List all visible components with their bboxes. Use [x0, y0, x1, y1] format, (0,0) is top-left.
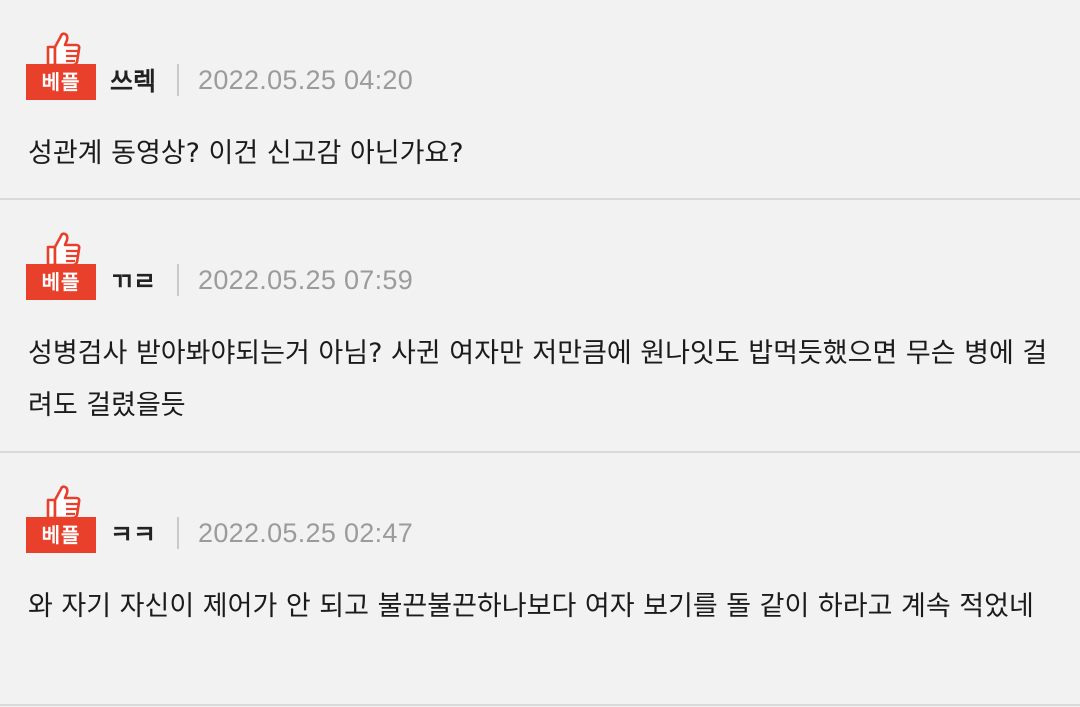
comment-meta: ㄲㄹ 2022.05.25 07:59	[110, 258, 413, 302]
comment-text: 성관계 동영상? 이건 신고감 아닌가요?	[28, 138, 464, 169]
comment-text: 성병검사 받아봐야되는거 아님? 사귄 여자만 저만큼에 원나잇도 밥먹듯했으면…	[28, 338, 1048, 421]
best-comment-badge: 베플	[26, 485, 96, 553]
comment-date: 2022.05.25 04:20	[198, 64, 414, 95]
comment-text: 와 자기 자신이 제어가 안 되고 불끈불끈하나보다 여자 보기를 돌 같이 하…	[28, 591, 1034, 622]
comment-date: 2022.05.25 07:59	[198, 264, 414, 295]
best-comment-badge: 베플	[26, 232, 96, 300]
meta-divider	[177, 64, 180, 96]
comment-date: 2022.05.25 02:47	[198, 517, 414, 548]
comment-author[interactable]: 쓰렉	[110, 62, 156, 98]
badge-label: 베플	[26, 264, 96, 300]
meta-divider	[177, 517, 180, 549]
comment-list: 베플 쓰렉 2022.05.25 04:20 성관계 동영상? 이건 신고감 아…	[0, 0, 1080, 707]
best-comment-badge: 베플	[26, 32, 96, 100]
thumbs-up-icon	[46, 32, 81, 66]
comment-item: 베플 쓰렉 2022.05.25 04:20 성관계 동영상? 이건 신고감 아…	[0, 0, 1080, 200]
badge-label: 베플	[26, 517, 96, 553]
badge-label: 베플	[26, 64, 96, 100]
comment-author[interactable]: ㅋㅋ	[110, 515, 156, 551]
thumbs-up-icon	[46, 232, 81, 266]
meta-divider	[177, 264, 180, 296]
comment-meta: 쓰렉 2022.05.25 04:20	[110, 58, 413, 102]
comment-author[interactable]: ㄲㄹ	[110, 262, 156, 298]
thumbs-up-icon	[46, 485, 81, 519]
comment-item: 베플 ㄲㄹ 2022.05.25 07:59 성병검사 받아봐야되는거 아님? …	[0, 200, 1080, 453]
comment-item: 베플 ㅋㅋ 2022.05.25 02:47 와 자기 자신이 제어가 안 되고…	[0, 453, 1080, 706]
comment-meta: ㅋㅋ 2022.05.25 02:47	[110, 511, 413, 555]
